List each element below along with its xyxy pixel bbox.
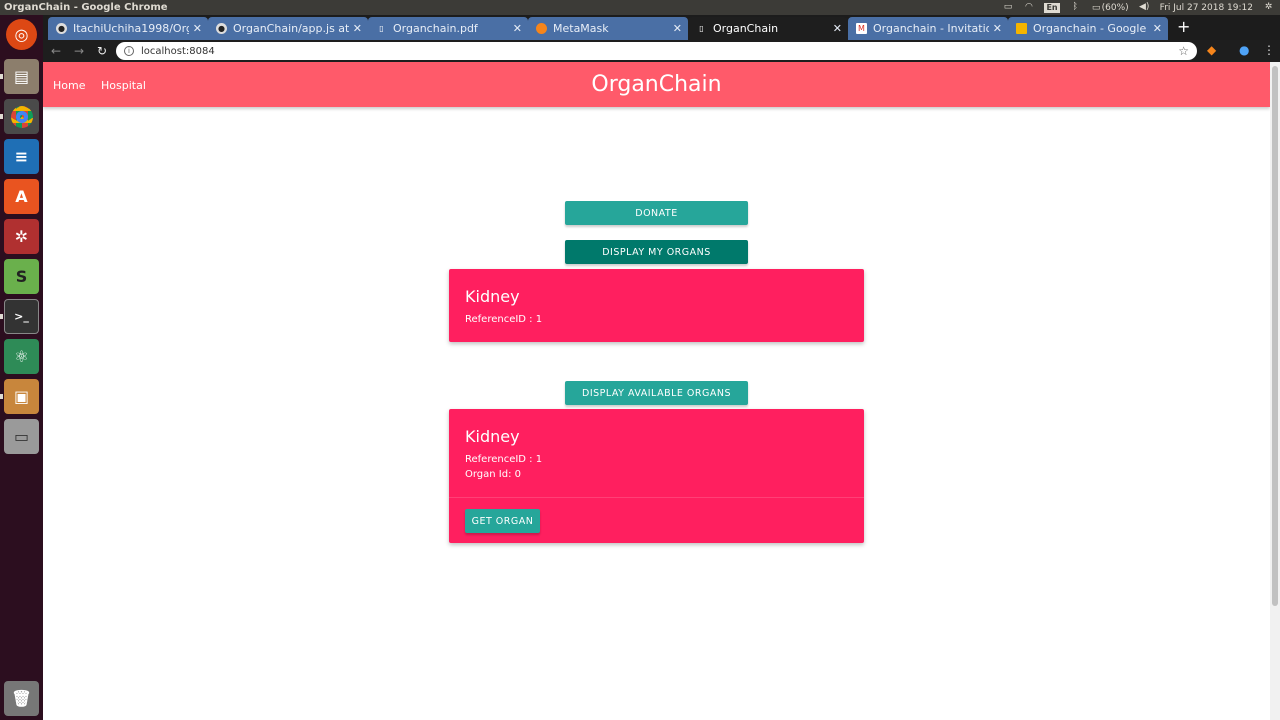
forward-icon[interactable]: → <box>69 44 89 58</box>
document-icon: ▯ <box>379 24 384 33</box>
available-organ-card: Kidney ReferenceID : 1 Organ Id: 0 GET O… <box>449 409 864 543</box>
system-top-panel: OrganChain - Google Chrome ▭ ◠ En ᛒ ▭(60… <box>0 0 1280 15</box>
back-icon[interactable]: ← <box>46 44 66 58</box>
close-tab-icon[interactable]: ✕ <box>353 22 362 35</box>
profile-icon[interactable]: ● <box>1239 43 1249 57</box>
close-tab-icon[interactable]: ✕ <box>833 22 842 35</box>
web-page: Home Hospital OrganChain DONATE DISPLAY … <box>43 62 1270 720</box>
running-indicator <box>0 74 3 79</box>
browser-toolbar: ← → ↻ i localhost:8084 ☆ ◆ ● ⋮ <box>43 40 1280 62</box>
app-navbar: Home Hospital OrganChain <box>43 62 1270 107</box>
system-gear-icon[interactable]: ✲ <box>1263 3 1274 12</box>
close-tab-icon[interactable]: ✕ <box>513 22 522 35</box>
card-divider <box>449 497 864 498</box>
browser-tab-active[interactable]: ▯ OrganChain ✕ <box>688 17 848 40</box>
reload-icon[interactable]: ↻ <box>92 44 112 58</box>
github-icon: ● <box>56 23 67 34</box>
page-scrollbar[interactable] <box>1270 62 1280 720</box>
battery-indicator[interactable]: ▭(60%) <box>1091 3 1129 13</box>
browser-tab[interactable]: MetaMask ✕ <box>528 17 688 40</box>
running-indicator <box>0 314 3 319</box>
keyboard-layout-indicator[interactable]: En <box>1044 2 1060 13</box>
browser-tab[interactable]: Organchain - Google Slide ✕ <box>1008 17 1168 40</box>
volume-icon[interactable]: ◀) <box>1139 3 1150 12</box>
ubuntu-dash-icon[interactable]: ◎ <box>6 19 37 50</box>
system-indicators: ▭ ◠ En ᛒ ▭(60%) ◀) Fri Jul 27 2018 19:12… <box>1002 2 1280 13</box>
files-icon[interactable]: ▤ <box>4 59 39 94</box>
browser-tab[interactable]: ● OrganChain/app.js at mas ✕ <box>208 17 368 40</box>
url-text: localhost:8084 <box>141 45 215 57</box>
software-center-icon[interactable]: A <box>4 179 39 214</box>
brand-logo[interactable]: OrganChain <box>43 72 1270 97</box>
battery-icon: ▭ <box>1091 2 1101 13</box>
browser-tab[interactable]: ● ItachiUchiha1998/OrganC ✕ <box>48 17 208 40</box>
my-organ-card: Kidney ReferenceID : 1 <box>449 269 864 342</box>
display-available-organs-button[interactable]: DISPLAY AVAILABLE ORGANS <box>565 381 748 405</box>
github-icon: ● <box>216 23 227 34</box>
donate-button[interactable]: DONATE <box>565 201 748 225</box>
atom-editor-icon[interactable]: ⚛ <box>4 339 39 374</box>
metamask-fox-icon <box>536 23 547 34</box>
close-tab-icon[interactable]: ✕ <box>1153 22 1162 35</box>
close-tab-icon[interactable]: ✕ <box>993 22 1002 35</box>
slides-icon <box>1016 23 1027 34</box>
browser-tab[interactable]: ▯ Organchain.pdf ✕ <box>368 17 528 40</box>
get-organ-button[interactable]: GET ORGAN <box>465 509 540 533</box>
clock[interactable]: Fri Jul 27 2018 19:12 <box>1160 3 1253 13</box>
close-tab-icon[interactable]: ✕ <box>673 22 682 35</box>
chrome-dev-icon[interactable] <box>4 99 39 134</box>
bookmark-star-icon[interactable]: ☆ <box>1178 44 1189 58</box>
chrome-menu-icon[interactable]: ⋮ <box>1263 43 1275 57</box>
organ-id: Organ Id: 0 <box>465 469 522 480</box>
trash-icon[interactable]: 🗑 <box>4 681 39 716</box>
metamask-extension-icon[interactable]: ◆ <box>1207 43 1216 57</box>
new-tab-icon[interactable]: + <box>1177 19 1190 35</box>
bluetooth-icon[interactable]: ᛒ <box>1070 3 1081 12</box>
organ-reference-id: ReferenceID : 1 <box>465 314 543 325</box>
document-icon: ▯ <box>699 24 704 33</box>
libreoffice-writer-icon[interactable]: ≡ <box>4 139 39 174</box>
wifi-icon[interactable]: ◠ <box>1023 3 1034 12</box>
organ-reference-id: ReferenceID : 1 <box>465 454 543 465</box>
info-icon[interactable]: i <box>124 46 134 56</box>
package-box-icon[interactable]: ▣ <box>4 379 39 414</box>
running-indicator <box>0 114 3 119</box>
terminal-icon[interactable]: >_ <box>4 299 39 334</box>
organ-name: Kidney <box>465 287 520 306</box>
browser-tab-strip: ● ItachiUchiha1998/OrganC ✕ ● OrganChain… <box>43 15 1280 40</box>
organ-name: Kidney <box>465 427 520 446</box>
window-title: OrganChain - Google Chrome <box>4 2 168 13</box>
scrollbar-thumb[interactable] <box>1272 66 1278 606</box>
browser-tab[interactable]: M Organchain - Invitation to ✕ <box>848 17 1008 40</box>
running-indicator <box>0 394 3 399</box>
system-settings-icon[interactable]: ✲ <box>4 219 39 254</box>
gmail-icon: M <box>856 23 867 34</box>
address-bar[interactable]: i localhost:8084 ☆ <box>116 42 1197 60</box>
unity-launcher: ◎ ▤ ≡ A ✲ S >_ ⚛ ▣ ▭ 🗑 <box>0 15 43 720</box>
display-my-organs-button[interactable]: DISPLAY MY ORGANS <box>565 240 748 264</box>
drive-icon[interactable]: ▭ <box>4 419 39 454</box>
close-tab-icon[interactable]: ✕ <box>193 22 202 35</box>
screen-record-icon[interactable]: ▭ <box>1002 3 1013 12</box>
slack-icon[interactable]: S <box>4 259 39 294</box>
